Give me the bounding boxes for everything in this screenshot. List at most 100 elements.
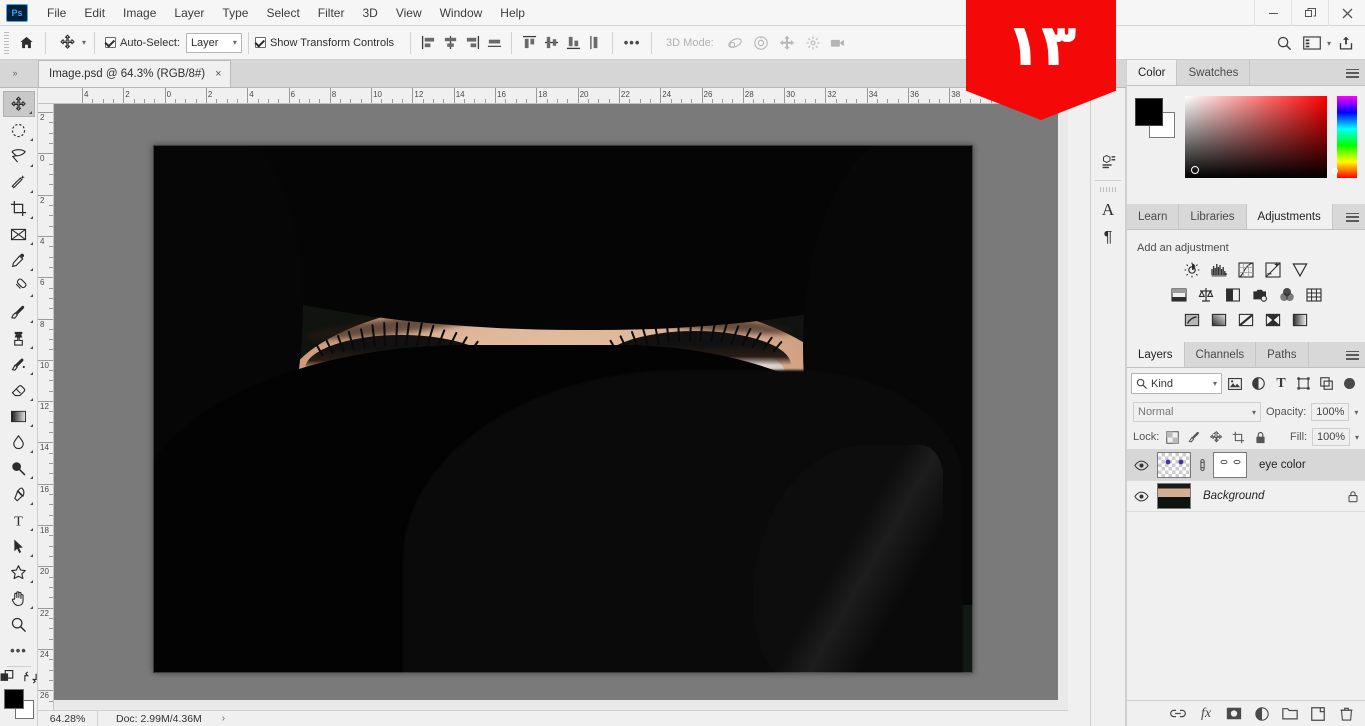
curves-button[interactable] [1238,261,1255,278]
zoom-level[interactable]: 64.28% [38,710,98,726]
tool-type[interactable]: T [3,507,35,533]
document-tab[interactable]: Image.psd @ 64.3% (RGB/8#) × [38,60,231,87]
hue-slider[interactable] [1332,96,1357,178]
layer-thumbnail[interactable] [1157,452,1191,478]
opacity-chevron-down-icon[interactable]: ▾ [1354,408,1358,417]
fill-chevron-down-icon[interactable]: ▾ [1355,433,1359,442]
layer-name[interactable]: eye color [1259,459,1306,471]
lock-artboard-button[interactable] [1230,429,1247,446]
pan-3d-button[interactable] [774,30,800,56]
distribute-vertically-button[interactable] [584,31,606,55]
layer-filter-kind-select[interactable]: Kind ▾ [1131,373,1222,394]
lock-position-button[interactable] [1208,429,1225,446]
tool-blur[interactable] [3,429,35,455]
tab-learn[interactable]: Learn [1127,204,1180,229]
character-panel-button[interactable]: A [1093,196,1123,224]
tool-shape[interactable] [3,559,35,585]
menu-item-window[interactable]: Window [431,2,492,24]
tool-frame[interactable] [3,221,35,247]
document-tab-close-icon[interactable]: × [213,68,223,80]
roll-3d-button[interactable] [748,30,774,56]
delete-layer-button[interactable] [1338,706,1354,722]
layer-style-button[interactable]: fx [1198,706,1214,722]
dock-grip[interactable] [1100,187,1116,192]
align-top-edges-button[interactable] [518,31,540,55]
brightness-contrast-button[interactable] [1184,261,1201,278]
tool-crop[interactable] [3,195,35,221]
tool-lasso[interactable] [3,143,35,169]
color-ramp-cursor[interactable] [1191,166,1199,174]
gradient-map-button[interactable] [1292,311,1309,328]
fill-value[interactable]: 100% [1312,428,1350,446]
threshold-button[interactable] [1238,311,1255,328]
tool-preset-chevron-icon[interactable]: ▾ [82,38,86,47]
tool-brush[interactable] [3,299,35,325]
align-bottom-edges-button[interactable] [562,31,584,55]
minimize-button[interactable] [1254,0,1291,26]
menu-item-3d[interactable]: 3D [353,2,386,24]
tool-history-brush[interactable] [3,351,35,377]
color-lookup-button[interactable] [1305,286,1322,303]
add-layer-mask-button[interactable] [1226,706,1242,722]
menu-item-select[interactable]: Select [257,2,308,24]
share-button[interactable] [1333,30,1359,56]
table-row[interactable]: eye color [1127,450,1365,481]
screen-mode-icon[interactable] [23,670,38,685]
tool-eraser[interactable] [3,377,35,403]
new-layer-button[interactable] [1310,706,1326,722]
tool-eyedropper[interactable] [3,247,35,273]
black-white-button[interactable] [1224,286,1241,303]
canvas-vertical-scrollbar[interactable] [1058,104,1068,710]
tool-clone-stamp[interactable] [3,325,35,351]
menu-item-filter[interactable]: Filter [309,2,354,24]
menu-item-file[interactable]: File [38,2,75,24]
align-left-edges-button[interactable] [417,31,439,55]
align-vertical-centers-button[interactable] [540,31,562,55]
new-adjustment-layer-button[interactable] [1254,706,1270,722]
tab-libraries[interactable]: Libraries [1179,204,1247,229]
horizontal-ruler[interactable]: 4202468101214161820222426283032343638404… [38,88,1068,104]
photo-filter-button[interactable] [1251,286,1268,303]
menu-item-edit[interactable]: Edit [75,2,114,24]
color-panel-foreground-swatch[interactable] [1135,98,1163,126]
table-row[interactable]: Background [1127,481,1365,512]
home-button[interactable] [13,30,39,56]
levels-button[interactable] [1211,261,1228,278]
menu-item-help[interactable]: Help [491,2,534,24]
adjustments-panel-menu-button[interactable] [1346,204,1359,230]
lock-all-button[interactable] [1252,429,1269,446]
paragraph-panel-button[interactable]: ¶ [1093,224,1123,252]
hue-slider-cursor[interactable] [1332,168,1338,174]
foreground-color-swatch[interactable] [3,689,24,709]
layer-visibility-toggle[interactable] [1131,460,1151,471]
artboard[interactable] [153,145,973,673]
show-transform-control[interactable]: Show Transform Controls [254,37,394,49]
hue-saturation-button[interactable] [1170,286,1187,303]
filter-smart-objects-button[interactable] [1317,374,1336,394]
menu-item-image[interactable]: Image [114,2,165,24]
align-right-edges-button[interactable] [461,31,483,55]
canvas-horizontal-scrollbar[interactable] [54,700,1058,710]
tab-channels[interactable]: Channels [1184,342,1257,367]
quick-mask-icon[interactable] [0,670,15,685]
layers-panel-menu-button[interactable] [1346,342,1359,368]
tool-path-selection[interactable] [3,533,35,559]
tool-marquee[interactable] [3,117,35,143]
color-swatches[interactable] [3,689,34,719]
opacity-value[interactable]: 100% [1311,403,1350,421]
filter-adjustment-layers-button[interactable] [1249,374,1268,394]
tool-zoom[interactable] [3,611,35,637]
lock-transparent-pixels-button[interactable] [1164,429,1181,446]
canvas-area[interactable] [54,104,1068,710]
options-bar-grip[interactable] [4,31,9,54]
menu-item-type[interactable]: Type [213,2,257,24]
mask-link-icon[interactable] [1197,458,1207,472]
invert-button[interactable] [1184,311,1201,328]
close-button[interactable] [1328,0,1365,26]
blend-mode-select[interactable]: Normal ▾ [1133,402,1261,422]
tool-healing-brush[interactable] [3,273,35,299]
status-expand-icon[interactable]: › [222,713,225,724]
workspace-switcher-button[interactable] [1299,30,1325,56]
orbit-3d-button[interactable] [722,30,748,56]
tab-adjustments[interactable]: Adjustments [1246,204,1333,229]
